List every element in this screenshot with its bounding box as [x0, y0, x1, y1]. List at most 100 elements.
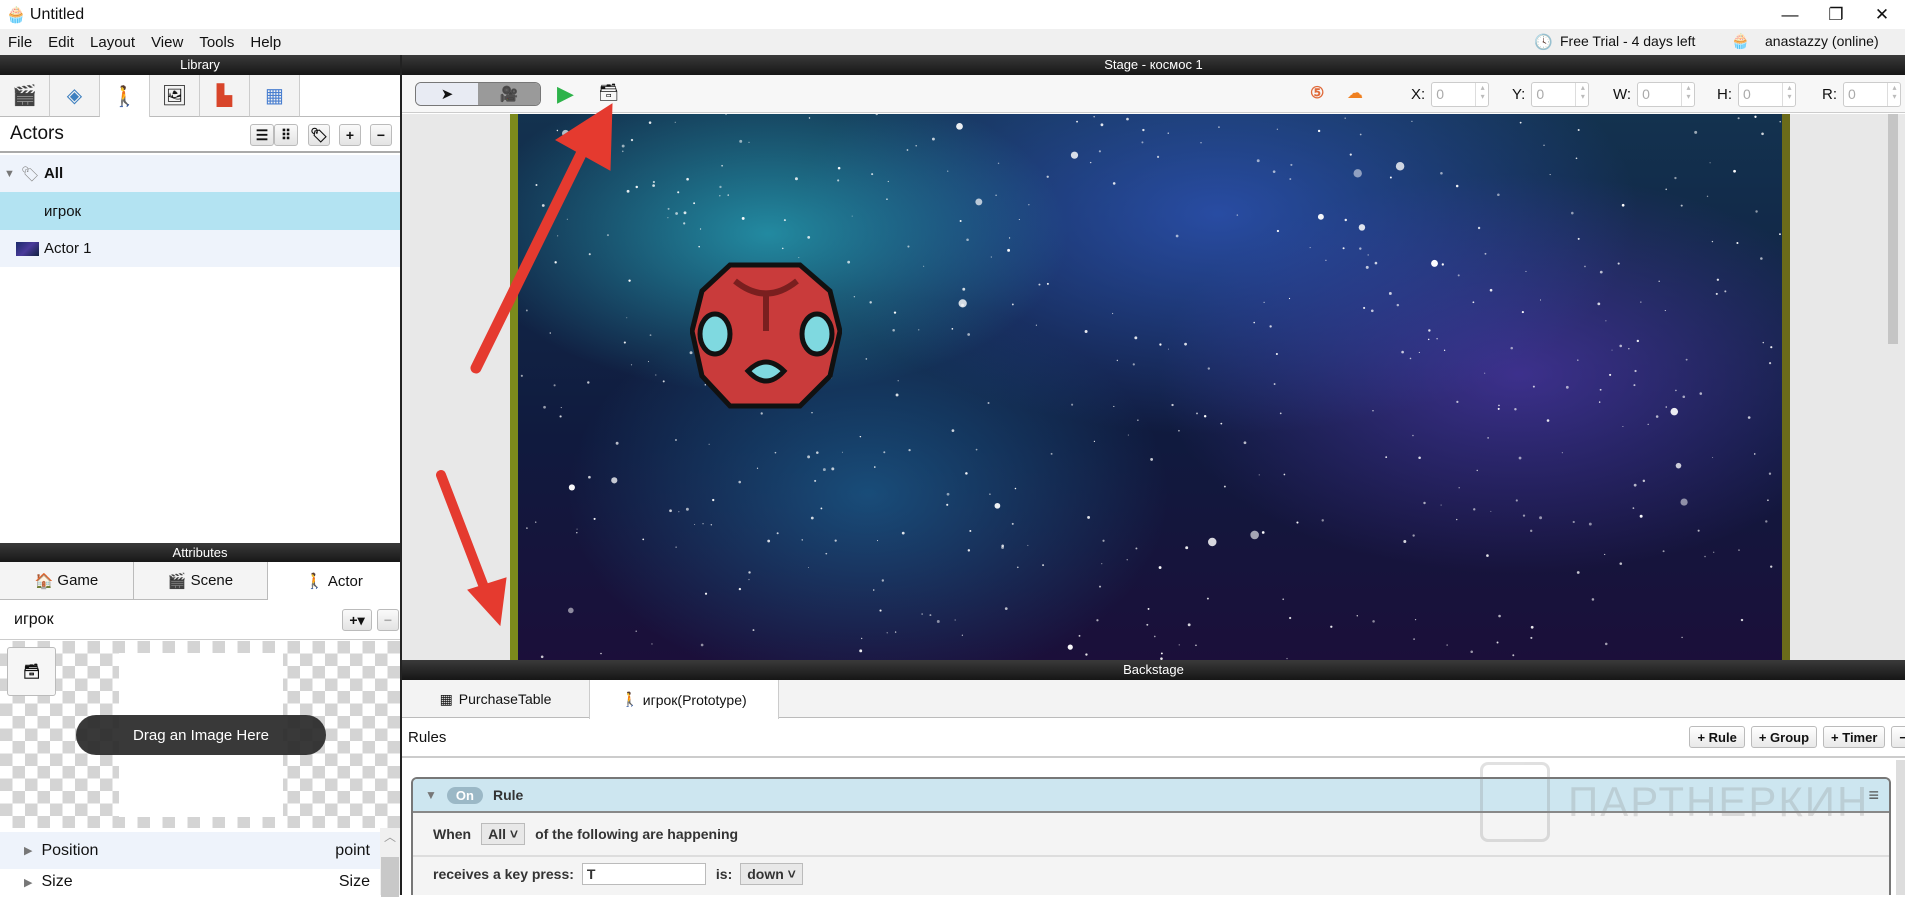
condition-label: receives a key press: [433, 866, 574, 882]
star [1484, 252, 1487, 255]
star [853, 296, 856, 298]
menu-edit[interactable]: Edit [40, 34, 82, 51]
attributes-scrollbar[interactable]: ︿ [380, 828, 400, 897]
tab-actor[interactable]: 🚶 Actor [268, 562, 400, 600]
remove-attribute-button[interactable]: − [377, 609, 399, 631]
star [549, 332, 551, 334]
expand-triangle-icon[interactable]: ▶ [24, 844, 32, 857]
star [774, 451, 777, 454]
key-input[interactable]: T [581, 863, 706, 885]
rules-scrollbar[interactable] [1896, 760, 1905, 895]
menu-layout[interactable]: Layout [82, 34, 143, 51]
star [1093, 440, 1096, 443]
mode-toggle[interactable]: ➤ 🎥 [415, 82, 541, 106]
list-item[interactable]: Actor 1 [0, 230, 400, 267]
rule-on-toggle[interactable]: On [446, 786, 483, 804]
attribute-row-position[interactable]: ▶ Position point [0, 832, 380, 869]
play-icon[interactable]: ▶ [557, 81, 574, 107]
publish-cloud-icon[interactable]: ☁ [1347, 83, 1363, 103]
star [1096, 619, 1099, 622]
star [1456, 518, 1458, 521]
tab-layers[interactable]: ◈ [50, 75, 100, 117]
star [756, 467, 759, 469]
list-view-button[interactable]: ☰ [250, 124, 274, 146]
pointer-icon[interactable]: ➤ [416, 83, 478, 105]
remove-actor-button[interactable]: − [370, 124, 392, 146]
menu-view[interactable]: View [143, 34, 191, 51]
w-input[interactable]: 0 [1637, 82, 1696, 107]
tab-actors[interactable]: 🚶 [100, 75, 150, 117]
tab-scenes[interactable]: 🎬 [0, 75, 50, 117]
image-picker-button[interactable]: 🗃 [7, 647, 56, 696]
tab-media[interactable]: 🖼 [150, 75, 200, 117]
actor-name[interactable]: игрок [14, 611, 54, 629]
star [1632, 507, 1635, 509]
html5-preview-icon[interactable]: ⑤ [1310, 83, 1324, 103]
maximize-button[interactable]: ❐ [1813, 0, 1859, 29]
star [760, 412, 763, 415]
close-button[interactable]: ✕ [1859, 0, 1905, 29]
key-state-select[interactable]: down ˅ [740, 863, 803, 885]
tab-game[interactable]: 🏠 Game [0, 562, 134, 600]
tab-purchasetable[interactable]: ▦ PurchaseTable [402, 680, 589, 718]
star [1518, 456, 1522, 460]
attribute-row-size[interactable]: ▶ Size Size [0, 869, 380, 895]
y-input[interactable]: 0 [1531, 82, 1590, 107]
collapse-triangle-icon[interactable]: ▼ [425, 788, 437, 802]
star [1142, 128, 1145, 132]
add-group-button[interactable]: + Group [1750, 726, 1818, 748]
add-rule-button[interactable]: + Rule [1689, 726, 1745, 748]
menu-help[interactable]: Help [242, 34, 289, 51]
r-input[interactable]: 0 [1843, 82, 1901, 107]
rule-title[interactable]: Rule [493, 787, 523, 803]
stage-area[interactable] [402, 114, 1905, 660]
tab-actor-prototype[interactable]: 🚶 игрок(Prototype) [589, 680, 779, 719]
user-status[interactable]: anastazzy (online) [1765, 33, 1879, 49]
star [1263, 301, 1265, 303]
grid-view-button[interactable]: ⠿ [274, 124, 298, 146]
tab-behaviors[interactable]: ▙ [200, 75, 250, 117]
star [1389, 176, 1392, 179]
star [921, 613, 923, 615]
trial-status[interactable]: Free Trial - 4 days left [1560, 33, 1695, 49]
image-drop-area[interactable]: 🗃 Drag an Image Here [0, 641, 400, 828]
star [1296, 521, 1299, 524]
star [1761, 132, 1764, 136]
menu-tools[interactable]: Tools [191, 34, 242, 51]
menu-icon[interactable]: ≡ [1868, 785, 1879, 806]
star [851, 215, 853, 217]
star [1137, 419, 1139, 421]
tree-group-all[interactable]: ▼ 🏷 All [0, 155, 400, 192]
clapper-icon: 🎬 [167, 572, 187, 590]
star [1184, 342, 1187, 346]
tag-button[interactable]: 🏷 [308, 124, 330, 146]
list-item[interactable]: игрок [0, 192, 400, 230]
camera-icon[interactable]: 🎥 [478, 83, 540, 105]
add-timer-button[interactable]: + Timer [1823, 726, 1886, 748]
x-input[interactable]: 0 [1431, 82, 1490, 107]
h-input[interactable]: 0 [1738, 82, 1796, 107]
add-actor-button[interactable]: + [339, 124, 361, 146]
more-button[interactable]: − [1891, 726, 1905, 748]
minimize-button[interactable]: — [1767, 0, 1813, 29]
import-box-icon[interactable]: 🗃 [598, 83, 620, 103]
expand-triangle-icon[interactable]: ▶ [24, 876, 32, 889]
star [615, 441, 619, 445]
star [1220, 422, 1223, 425]
star [834, 539, 837, 542]
star [918, 329, 920, 331]
player-sprite[interactable] [690, 261, 842, 411]
tab-scene[interactable]: 🎬 Scene [134, 562, 268, 600]
expand-triangle-icon[interactable]: ▼ [4, 168, 15, 180]
tab-tables[interactable]: ▦ [250, 75, 300, 117]
stage-scrollbar[interactable] [1888, 114, 1898, 344]
menu-file[interactable]: File [0, 34, 40, 51]
star [1359, 133, 1362, 136]
add-attribute-button[interactable]: +▾ [342, 609, 372, 631]
star [719, 185, 722, 189]
star [630, 364, 633, 366]
mode-select[interactable]: All ˅ [481, 823, 526, 845]
star [1388, 292, 1392, 295]
backstage-header: Backstage [402, 660, 1905, 680]
star [1715, 292, 1718, 295]
